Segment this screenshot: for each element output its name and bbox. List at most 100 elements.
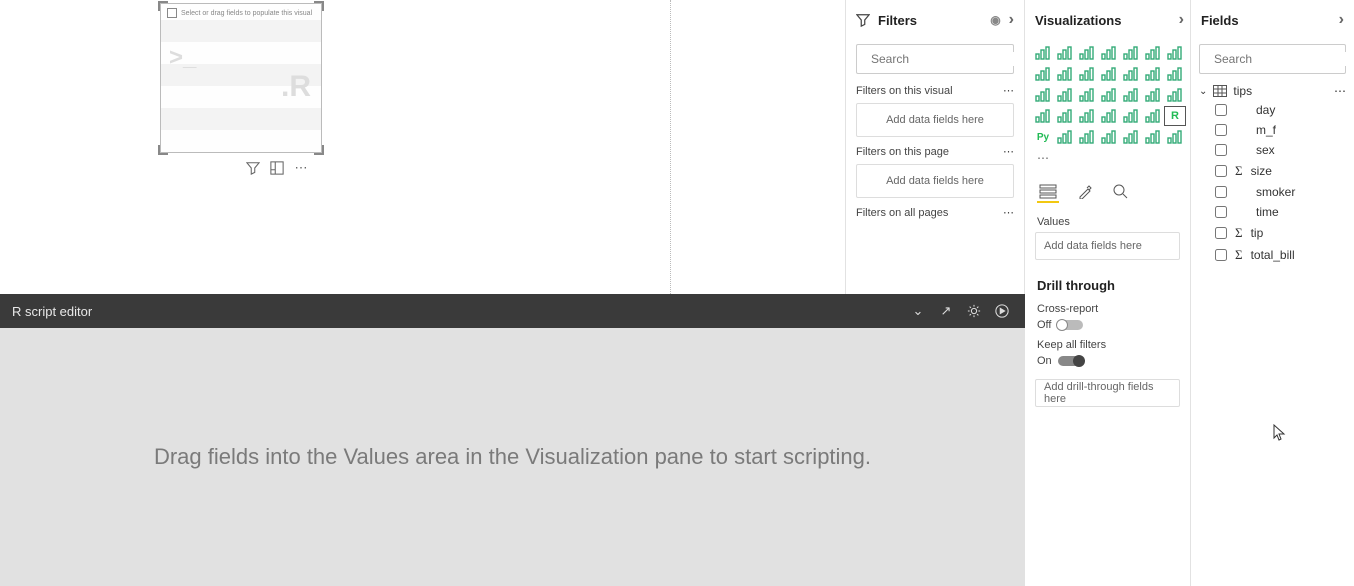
filters-pane: Filters ◉ Filters on this visual ⋯ Add d… [845, 0, 1025, 294]
viz-icon-line-stacked-column[interactable] [1077, 65, 1097, 83]
filters-all-more-icon[interactable]: ⋯ [1003, 206, 1014, 219]
viz-icon-pie[interactable] [1033, 86, 1053, 104]
keep-filters-label: Keep all filters [1037, 339, 1178, 351]
r-script-editor-body[interactable]: Drag fields into the Values area in the … [0, 328, 1025, 586]
viz-icon-stacked-column-100[interactable] [1143, 44, 1163, 62]
viz-icon-donut[interactable] [1055, 86, 1075, 104]
field-checkbox[interactable] [1215, 165, 1227, 177]
table-icon [1213, 85, 1227, 97]
viz-icon-python-visual[interactable]: Py [1033, 128, 1053, 146]
field-day[interactable]: day [1191, 100, 1354, 120]
fields-search-input[interactable] [1214, 52, 1354, 66]
field-checkbox[interactable] [1215, 227, 1227, 239]
viz-icon-clustered-bar[interactable] [1077, 44, 1097, 62]
viz-icon-more[interactable]: ⋯ [1033, 149, 1053, 167]
field-checkbox[interactable] [1215, 206, 1227, 218]
field-label: tip [1251, 226, 1264, 240]
viz-icon-decomposition-tree[interactable] [1077, 128, 1097, 146]
drill-through-dropzone[interactable]: Add drill-through fields here [1035, 379, 1180, 407]
viz-icon-filled-map[interactable] [1121, 86, 1141, 104]
focus-mode-icon[interactable] [269, 160, 285, 176]
filters-title: Filters [878, 13, 917, 28]
viz-icon-treemap[interactable] [1077, 86, 1097, 104]
field-m_f[interactable]: m_f [1191, 120, 1354, 140]
field-total_bill[interactable]: Σtotal_bill [1191, 244, 1354, 266]
popout-editor-icon[interactable]: ↗ [935, 300, 957, 322]
field-tip[interactable]: Σtip [1191, 222, 1354, 244]
fields-table-header[interactable]: ⌄ tips ⋯ [1191, 82, 1354, 100]
fields-tab[interactable] [1037, 181, 1059, 203]
fields-title: Fields [1201, 13, 1239, 28]
fields-search[interactable] [1199, 44, 1346, 74]
viz-icon-power-automate[interactable] [1165, 128, 1185, 146]
collapse-viz-icon[interactable] [1179, 11, 1184, 29]
cross-report-state: Off [1037, 319, 1051, 331]
viz-icon-slicer[interactable] [1099, 107, 1119, 125]
viz-icon-line-clustered-column[interactable] [1099, 65, 1119, 83]
keep-filters-toggle[interactable]: On [1037, 355, 1084, 367]
sigma-icon: Σ [1235, 225, 1243, 241]
filters-search[interactable] [856, 44, 1014, 74]
filters-visual-dropzone[interactable]: Add data fields here [856, 103, 1014, 137]
field-checkbox[interactable] [1215, 144, 1227, 156]
field-smoker[interactable]: smoker [1191, 182, 1354, 202]
field-checkbox[interactable] [1215, 249, 1227, 261]
field-sex[interactable]: sex [1191, 140, 1354, 160]
script-options-icon[interactable] [963, 300, 985, 322]
viz-icon-card[interactable] [1033, 107, 1053, 125]
viz-icon-matrix[interactable] [1143, 107, 1163, 125]
viz-icon-stacked-area[interactable] [1055, 65, 1075, 83]
field-size[interactable]: Σsize [1191, 160, 1354, 182]
report-canvas[interactable]: Select or drag fields to populate this v… [0, 0, 845, 294]
viz-icon-stacked-column[interactable] [1055, 44, 1075, 62]
viz-icon-multi-row-card[interactable] [1055, 107, 1075, 125]
viz-icon-kpi[interactable] [1077, 107, 1097, 125]
field-label: smoker [1256, 185, 1295, 199]
field-time[interactable]: time [1191, 202, 1354, 222]
preview-icon[interactable]: ◉ [990, 13, 1000, 27]
values-dropzone[interactable]: Add data fields here [1035, 232, 1180, 260]
cross-report-toggle[interactable]: Off [1037, 319, 1083, 331]
collapse-editor-icon[interactable]: ⌄ [907, 300, 929, 322]
r-logo-glyph: .R [281, 70, 311, 104]
fields-header: Fields [1191, 0, 1354, 40]
viz-icon-line[interactable] [1165, 44, 1185, 62]
viz-icon-area[interactable] [1033, 65, 1053, 83]
viz-icon-table[interactable] [1121, 107, 1141, 125]
visual-action-bar: ⋯ [245, 160, 309, 176]
viz-icon-funnel[interactable] [1143, 86, 1163, 104]
filters-page-label: Filters on this page [856, 146, 949, 158]
filters-visual-more-icon[interactable]: ⋯ [1003, 84, 1014, 97]
viz-icon-map[interactable] [1099, 86, 1119, 104]
viz-icon-waterfall[interactable] [1143, 65, 1163, 83]
viz-icon-stacked-bar[interactable] [1033, 44, 1053, 62]
viz-icon-gauge[interactable] [1165, 86, 1185, 104]
viz-icon-power-apps[interactable] [1143, 128, 1163, 146]
viz-icon-scatter[interactable] [1165, 65, 1185, 83]
viz-icon-qna[interactable] [1099, 128, 1119, 146]
analytics-tab[interactable] [1109, 181, 1131, 203]
cross-report-label: Cross-report [1037, 303, 1178, 315]
run-script-icon[interactable] [991, 300, 1013, 322]
filters-search-input[interactable] [871, 52, 1025, 66]
filters-page-dropzone[interactable]: Add data fields here [856, 164, 1014, 198]
more-options-icon[interactable]: ⋯ [293, 160, 309, 176]
visualizations-pane: Visualizations RPy⋯ Values Add data fiel… [1025, 0, 1191, 586]
collapse-fields-icon[interactable] [1339, 11, 1344, 29]
field-checkbox[interactable] [1215, 124, 1227, 136]
field-checkbox[interactable] [1215, 186, 1227, 198]
viz-icon-stacked-bar-100[interactable] [1121, 44, 1141, 62]
collapse-filters-icon[interactable] [1009, 11, 1014, 29]
viz-icon-r-visual[interactable]: R [1165, 107, 1185, 125]
field-checkbox[interactable] [1215, 104, 1227, 116]
viz-icon-key-influencers[interactable] [1055, 128, 1075, 146]
filter-icon[interactable] [245, 160, 261, 176]
filters-page-more-icon[interactable]: ⋯ [1003, 145, 1014, 158]
viz-icon-paginated[interactable] [1121, 128, 1141, 146]
viz-icon-clustered-column[interactable] [1099, 44, 1119, 62]
viz-icon-ribbon[interactable] [1121, 65, 1141, 83]
r-visual-placeholder[interactable]: Select or drag fields to populate this v… [160, 3, 322, 153]
sigma-icon: Σ [1235, 163, 1243, 179]
format-tab[interactable] [1073, 181, 1095, 203]
table-more-icon[interactable]: ⋯ [1334, 84, 1346, 98]
